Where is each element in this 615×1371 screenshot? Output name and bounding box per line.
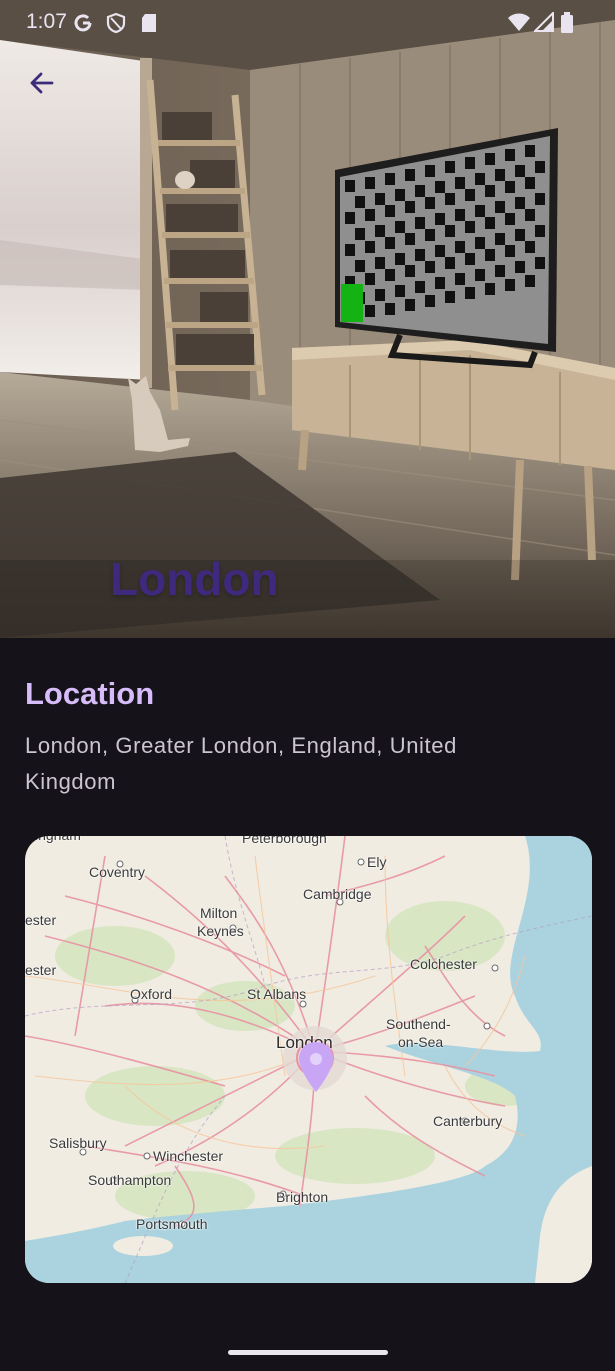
back-button[interactable] [18,62,66,104]
room-illustration [0,0,615,638]
sd-card-icon [140,12,158,39]
map-label-on-sea: on-Sea [398,1034,444,1050]
location-address: London, Greater London, England, United … [25,733,457,794]
map-label-peterborough: Peterborough [242,836,327,846]
header-image: London [0,0,615,638]
arrow-left-icon [30,72,54,94]
wifi-icon [507,12,531,37]
status-time: 1:07 [26,10,67,33]
map-label-winchester: Winchester [153,1148,224,1164]
map-label-milton: Milton [200,905,238,921]
map-label-salisbury: Salisbury [49,1135,107,1151]
location-map[interactable]: ingham Peterborough Ely Coventry Cambrid… [25,836,592,1283]
map-label-cambridge: Cambridge [303,886,372,902]
map-label-southend: Southend- [386,1016,451,1032]
map-label-ely: Ely [367,854,387,870]
map-label-ester-bottom: ester [25,962,57,978]
map-label-coventry: Coventry [89,864,146,880]
map-label-colchester: Colchester [410,956,477,972]
map-label-portsmouth: Portsmouth [136,1216,208,1232]
home-indicator[interactable] [228,1350,388,1355]
battery-icon [560,12,574,39]
map-label-southampton: Southampton [88,1172,172,1188]
map-label-keynes: Keynes [197,923,244,939]
location-heading: Location [25,676,155,711]
page-title: London [110,553,279,605]
signal-icon [532,10,554,37]
map-label-canterbury: Canterbury [433,1113,503,1129]
map-label-brighton: Brighton [276,1189,329,1205]
map-label-ingham: ingham [35,836,81,843]
shield-icon [105,12,127,39]
map-label-st-albans: St Albans [247,986,307,1002]
google-icon [72,12,94,39]
map-pin-icon[interactable] [297,1040,335,1094]
map-label-ester-top: ester [25,912,57,928]
map-label-oxford: Oxford [130,986,173,1002]
status-bar: 1:07 [0,0,615,44]
